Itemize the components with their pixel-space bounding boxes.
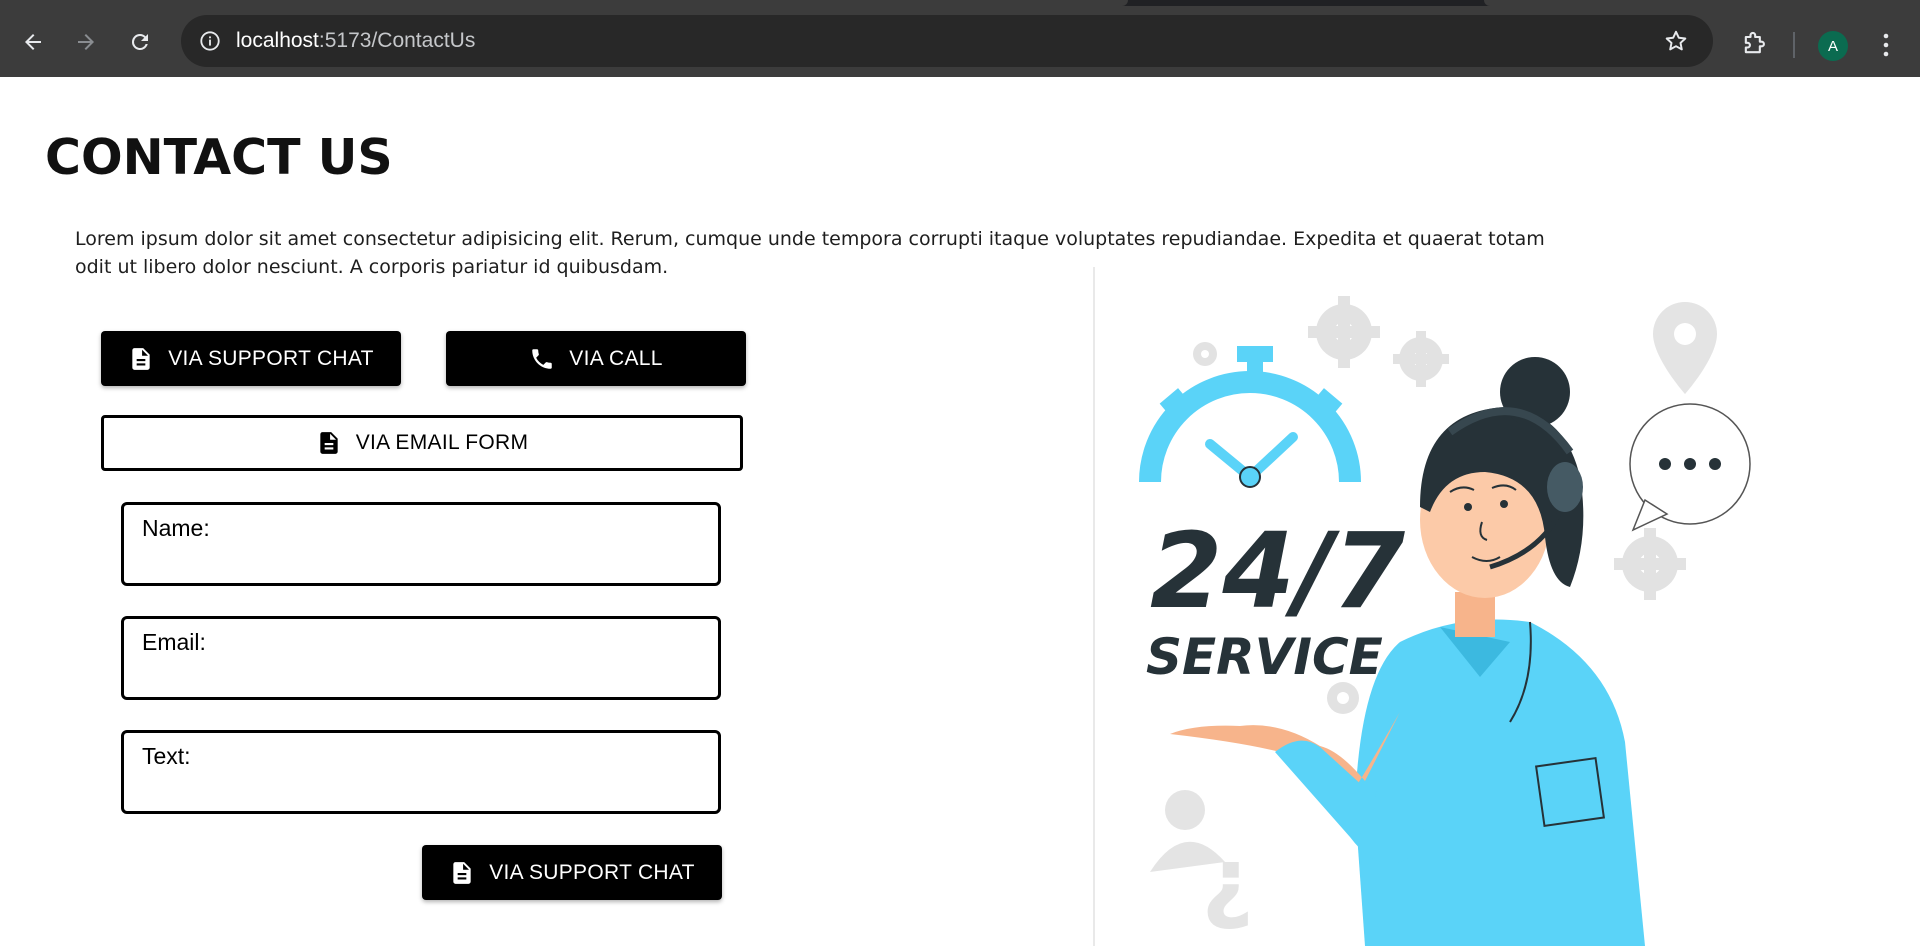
email-field[interactable]: Email: — [121, 616, 721, 700]
support-agent-illustration: 24/7 SERVICE ? — [1139, 296, 1751, 946]
text-label: Text: — [142, 743, 191, 769]
star-icon[interactable] — [1663, 28, 1689, 54]
intro-paragraph: Lorem ipsum dolor sit amet consectetur a… — [75, 228, 1545, 278]
more-vert-icon[interactable] — [1874, 30, 1898, 60]
forward-button[interactable] — [68, 24, 104, 60]
document-icon — [453, 861, 471, 884]
back-button[interactable] — [15, 24, 51, 60]
gear-icon — [1614, 528, 1686, 600]
document-icon — [320, 432, 338, 454]
button-label: VIA SUPPORT CHAT — [489, 860, 695, 884]
address-bar[interactable]: localhost:5173/ContactUs — [181, 15, 1713, 67]
name-field[interactable]: Name: — [121, 502, 721, 586]
browser-chrome: localhost:5173/ContactUs A — [0, 0, 1920, 77]
text-field[interactable]: Text: — [121, 730, 721, 814]
page-content: CONTACT US Lorem ipsum dolor sit amet co… — [0, 77, 1920, 946]
back-arrow-icon — [25, 34, 41, 50]
stopwatch-icon — [1139, 346, 1361, 488]
gear-icon — [1393, 331, 1449, 387]
via-email-form-button[interactable]: VIA EMAIL FORM — [101, 415, 743, 471]
button-label: VIA EMAIL FORM — [355, 431, 529, 454]
extensions-icon[interactable] — [1740, 30, 1768, 58]
gear-icon — [1193, 342, 1217, 366]
forward-arrow-icon — [78, 34, 94, 50]
email-label: Email: — [142, 629, 206, 655]
url-text: localhost:5173/ContactUs — [236, 29, 475, 53]
toolbar-divider — [1793, 32, 1795, 58]
browser-toolbar: localhost:5173/ContactUs A — [0, 6, 1920, 77]
via-support-chat-button[interactable]: VIA SUPPORT CHAT — [101, 331, 401, 386]
illustration-subheadline: SERVICE — [1146, 628, 1383, 686]
info-icon[interactable] — [199, 30, 221, 52]
url-host: localhost — [236, 29, 319, 52]
document-icon — [132, 347, 150, 370]
via-call-button[interactable]: VIA CALL — [446, 331, 746, 386]
column-divider — [1093, 267, 1095, 946]
phone-icon — [532, 348, 553, 369]
page-title: CONTACT US — [45, 129, 393, 186]
speech-bubble-icon — [1629, 403, 1751, 532]
button-label: VIA SUPPORT CHAT — [168, 346, 374, 370]
gear-icon — [1308, 296, 1380, 368]
illustration-headline: 24/7 — [1150, 510, 1406, 632]
question-mark-icon: ? — [1202, 840, 1254, 945]
button-label: VIA CALL — [569, 346, 663, 370]
reload-button[interactable] — [122, 24, 158, 60]
location-pin-icon — [1653, 302, 1717, 394]
url-path: :5173/ContactUs — [318, 29, 476, 52]
profile-avatar[interactable]: A — [1818, 31, 1848, 61]
reload-icon — [131, 33, 148, 50]
gear-icon — [1327, 682, 1359, 714]
submit-support-chat-button[interactable]: VIA SUPPORT CHAT — [422, 845, 722, 900]
name-label: Name: — [142, 515, 210, 541]
